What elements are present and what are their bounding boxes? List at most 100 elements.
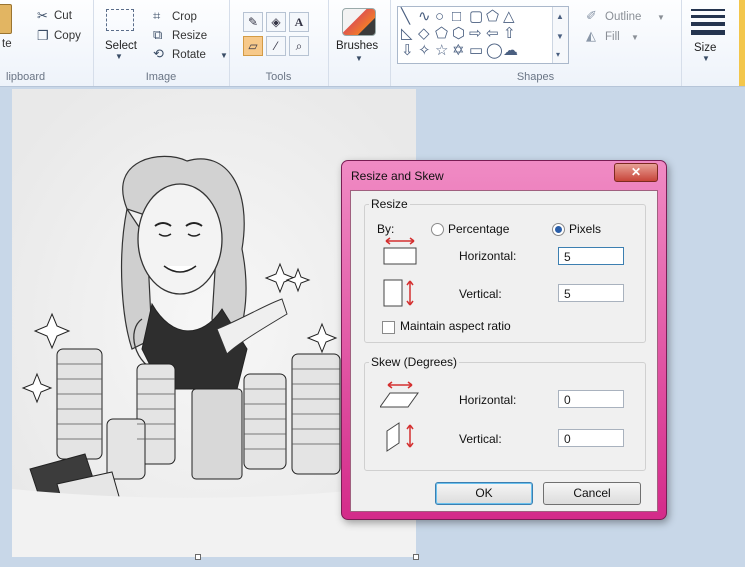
four-point-star-shape-icon[interactable]: ✧: [418, 43, 431, 59]
resize-skew-dialog: Resize and Skew ✕ Resize By: Percentage …: [341, 160, 667, 520]
resize-handle-bottom[interactable]: [195, 554, 201, 560]
outline-icon: ✐: [586, 8, 597, 23]
pentagon-shape-icon[interactable]: ⬠: [435, 26, 448, 42]
callout-oval-shape-icon[interactable]: ◯: [486, 43, 503, 59]
resize-handle-corner[interactable]: [413, 554, 419, 560]
maintain-aspect-label[interactable]: Maintain aspect ratio: [400, 319, 511, 333]
by-label: By:: [377, 222, 395, 236]
color-picker-icon[interactable]: ⁄: [266, 36, 286, 56]
resize-button[interactable]: Resize: [172, 30, 207, 42]
oval-shape-icon[interactable]: ○: [435, 9, 444, 25]
copy-button[interactable]: Copy: [54, 30, 81, 42]
resize-vertical-input[interactable]: 5: [558, 284, 624, 302]
dialog-body: Resize By: Percentage Pixels Horizontal:…: [350, 190, 658, 512]
percentage-radio[interactable]: [431, 223, 444, 236]
rotate-icon: ⟲: [153, 46, 164, 61]
size-group: Size ▼: [681, 0, 740, 86]
image-group: Select ▼ ⌗ Crop ⧉ Resize ⟲ Rotate ▼ Imag…: [93, 0, 230, 86]
skew-horizontal-label: Horizontal:: [459, 393, 517, 407]
tools-group-label: Tools: [265, 71, 292, 83]
fill-button[interactable]: Fill: [605, 31, 620, 43]
resize-icon: ⧉: [153, 27, 163, 42]
select-button[interactable]: Select: [105, 40, 137, 52]
shapes-scrollbar[interactable]: ▲ ▼ ▾: [552, 7, 568, 63]
skew-group: Skew (Degrees): [364, 355, 646, 471]
brushes-group: Brushes ▼: [328, 0, 391, 86]
rectangle-shape-icon[interactable]: □: [452, 9, 461, 25]
hexagon-shape-icon[interactable]: ⬡: [452, 26, 465, 42]
tools-group: ✎ ◈ A ▱ ⁄ ⌕ Tools: [229, 0, 329, 86]
cloud-callout-shape-icon[interactable]: ☁: [503, 43, 518, 59]
resize-vertical-icon: [383, 279, 414, 307]
skew-vertical-label: Vertical:: [459, 432, 502, 446]
pixels-radio[interactable]: [552, 223, 565, 236]
skew-horizontal-icon: [380, 381, 419, 408]
pencil-icon[interactable]: ✎: [243, 12, 263, 32]
resize-horizontal-label: Horizontal:: [459, 249, 517, 263]
paste-button[interactable]: te: [2, 38, 12, 50]
crop-icon: ⌗: [153, 8, 161, 23]
cut-button[interactable]: Cut: [54, 10, 72, 22]
cut-icon: ✂: [37, 8, 48, 23]
percentage-label[interactable]: Percentage: [448, 222, 509, 236]
callout-rect-shape-icon[interactable]: ▭: [469, 43, 483, 59]
crop-button[interactable]: Crop: [172, 11, 197, 23]
size-dropdown-icon[interactable]: ▼: [702, 54, 710, 63]
pixels-label[interactable]: Pixels: [569, 222, 601, 236]
resize-legend: Resize: [371, 197, 408, 211]
size-button[interactable]: Size: [694, 42, 716, 54]
right-triangle-shape-icon[interactable]: ◺: [401, 26, 413, 42]
text-icon[interactable]: A: [289, 12, 309, 32]
left-arrow-shape-icon[interactable]: ⇦: [486, 26, 499, 42]
ribbon-right-edge: [739, 0, 745, 86]
maintain-aspect-checkbox[interactable]: [382, 321, 395, 334]
ribbon: te ✂ Cut ❐ Copy lipboard Select ▼ ⌗ Crop…: [0, 0, 745, 87]
fill-bucket-icon[interactable]: ◈: [266, 12, 286, 32]
gallery-expand-icon[interactable]: ▾: [556, 47, 560, 63]
up-arrow-shape-icon[interactable]: ⇧: [503, 26, 516, 42]
rotate-button[interactable]: Rotate: [172, 49, 206, 61]
dialog-close-button[interactable]: ✕: [614, 163, 658, 182]
outline-button[interactable]: Outline: [605, 11, 641, 23]
triangle-shape-icon[interactable]: △: [503, 9, 515, 25]
fill-dropdown-icon[interactable]: ▼: [631, 33, 639, 42]
resize-vertical-label: Vertical:: [459, 287, 502, 301]
curve-shape-icon[interactable]: ∿: [418, 9, 431, 25]
scroll-down-icon[interactable]: ▼: [556, 29, 564, 45]
line-shape-icon[interactable]: ╲: [401, 9, 410, 25]
brushes-dropdown-icon[interactable]: ▼: [355, 54, 363, 63]
polygon-shape-icon[interactable]: ⬠: [486, 9, 499, 25]
fill-icon: ◭: [586, 28, 596, 43]
outline-dropdown-icon[interactable]: ▼: [657, 13, 665, 22]
rounded-rectangle-shape-icon[interactable]: ▢: [469, 9, 483, 25]
diamond-shape-icon[interactable]: ◇: [418, 26, 430, 42]
down-arrow-shape-icon[interactable]: ⇩: [401, 43, 414, 59]
resize-horizontal-icon: [383, 237, 417, 265]
rotate-dropdown-icon[interactable]: ▼: [220, 51, 228, 60]
five-point-star-shape-icon[interactable]: ☆: [435, 43, 448, 59]
brush-icon: [342, 8, 376, 36]
right-arrow-shape-icon[interactable]: ⇨: [469, 26, 482, 42]
magnifier-icon[interactable]: ⌕: [289, 36, 309, 56]
six-point-star-shape-icon[interactable]: ✡: [452, 43, 465, 59]
skew-legend: Skew (Degrees): [371, 355, 458, 369]
skew-vertical-input[interactable]: 0: [558, 429, 624, 447]
image-group-label: Image: [145, 71, 177, 83]
shapes-group-label: Shapes: [516, 71, 555, 83]
close-icon: ✕: [630, 165, 642, 179]
skew-horizontal-input[interactable]: 0: [558, 390, 624, 408]
resize-horizontal-input[interactable]: 5: [558, 247, 624, 265]
brushes-button[interactable]: Brushes: [336, 40, 378, 52]
skew-vertical-icon: [386, 422, 414, 452]
cancel-button[interactable]: Cancel: [543, 482, 641, 505]
scroll-up-icon[interactable]: ▲: [556, 9, 564, 25]
ok-button[interactable]: OK: [435, 482, 533, 505]
shapes-gallery[interactable]: ╲ ∿ ○ □ ▢ ⬠ △ ◺ ◇ ⬠ ⬡ ⇨ ⇦ ⇧ ⇩ ✧ ☆ ✡ ▭ ◯ …: [397, 6, 569, 64]
clipboard-group-label: lipboard: [6, 71, 46, 83]
eraser-icon[interactable]: ▱: [243, 36, 263, 56]
select-icon: [106, 9, 134, 31]
size-icon: [691, 9, 725, 35]
copy-icon: ❐: [37, 28, 49, 43]
paste-icon[interactable]: [0, 4, 12, 34]
clipboard-group: te ✂ Cut ❐ Copy lipboard: [0, 0, 94, 86]
